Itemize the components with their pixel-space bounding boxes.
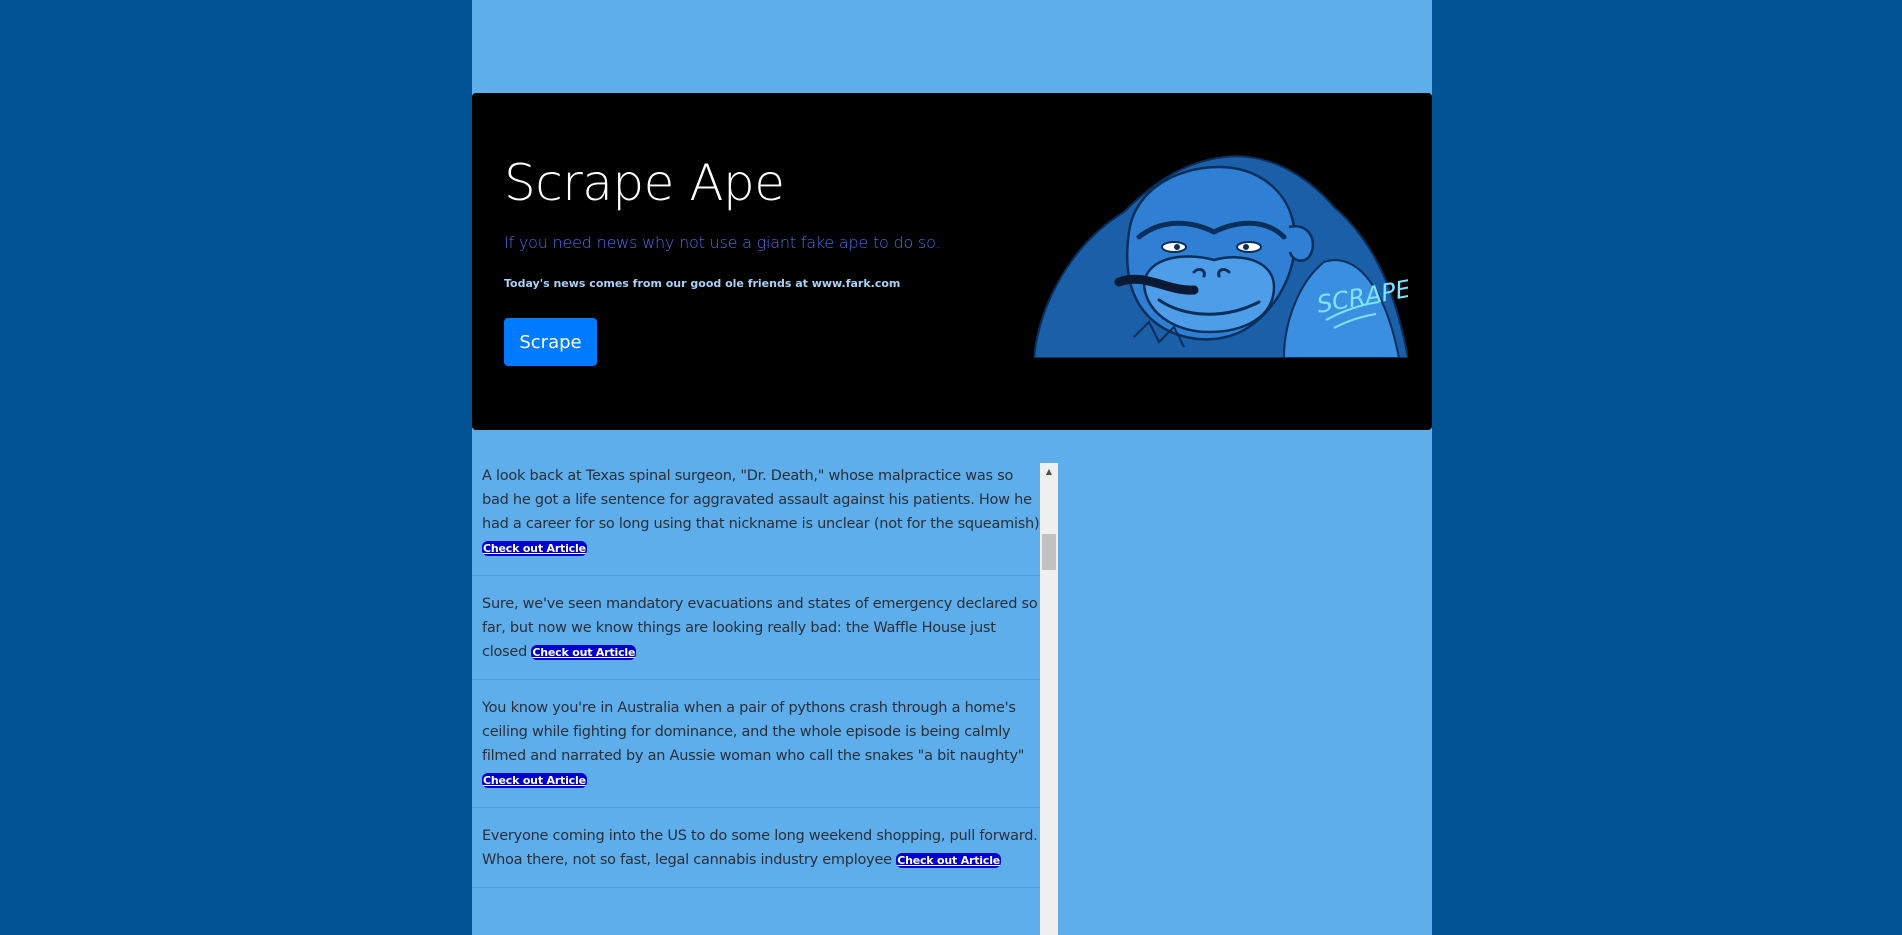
check-out-article-link[interactable]: Check out Article	[896, 853, 1002, 868]
scrollbar-thumb[interactable]	[1042, 534, 1056, 570]
main-container: Scrape Ape If you need news why not use …	[472, 0, 1432, 935]
news-item: Sure, we've seen mandatory evacuations a…	[472, 592, 1040, 680]
check-out-article-link[interactable]: Check out Article	[531, 645, 637, 660]
scroll-up-arrow-icon[interactable]: ▲	[1040, 463, 1058, 480]
news-item: Everyone coming into the US to do some l…	[472, 824, 1040, 888]
news-item-text: A look back at Texas spinal surgeon, "Dr…	[482, 468, 1040, 532]
news-item: You know you're in Australia when a pair…	[472, 696, 1040, 808]
page-subtitle: If you need news why not use a giant fak…	[504, 233, 941, 252]
news-panel[interactable]: A look back at Texas spinal surgeon, "Dr…	[472, 463, 1058, 935]
page-title: Scrape Ape	[504, 154, 785, 212]
news-item-text: You know you're in Australia when a pair…	[482, 700, 1025, 764]
gorilla-logo-icon: SCRAPE	[1034, 155, 1408, 358]
scrape-button[interactable]: Scrape	[504, 318, 597, 366]
news-item: A look back at Texas spinal surgeon, "Dr…	[472, 463, 1040, 576]
news-scrollbar[interactable]: ▲	[1040, 463, 1058, 935]
news-list: A look back at Texas spinal surgeon, "Dr…	[472, 463, 1040, 935]
check-out-article-link[interactable]: Check out Article	[482, 773, 587, 788]
check-out-article-link[interactable]: Check out Article	[482, 541, 587, 556]
source-note: Today's news comes from our good ole fri…	[504, 277, 901, 290]
